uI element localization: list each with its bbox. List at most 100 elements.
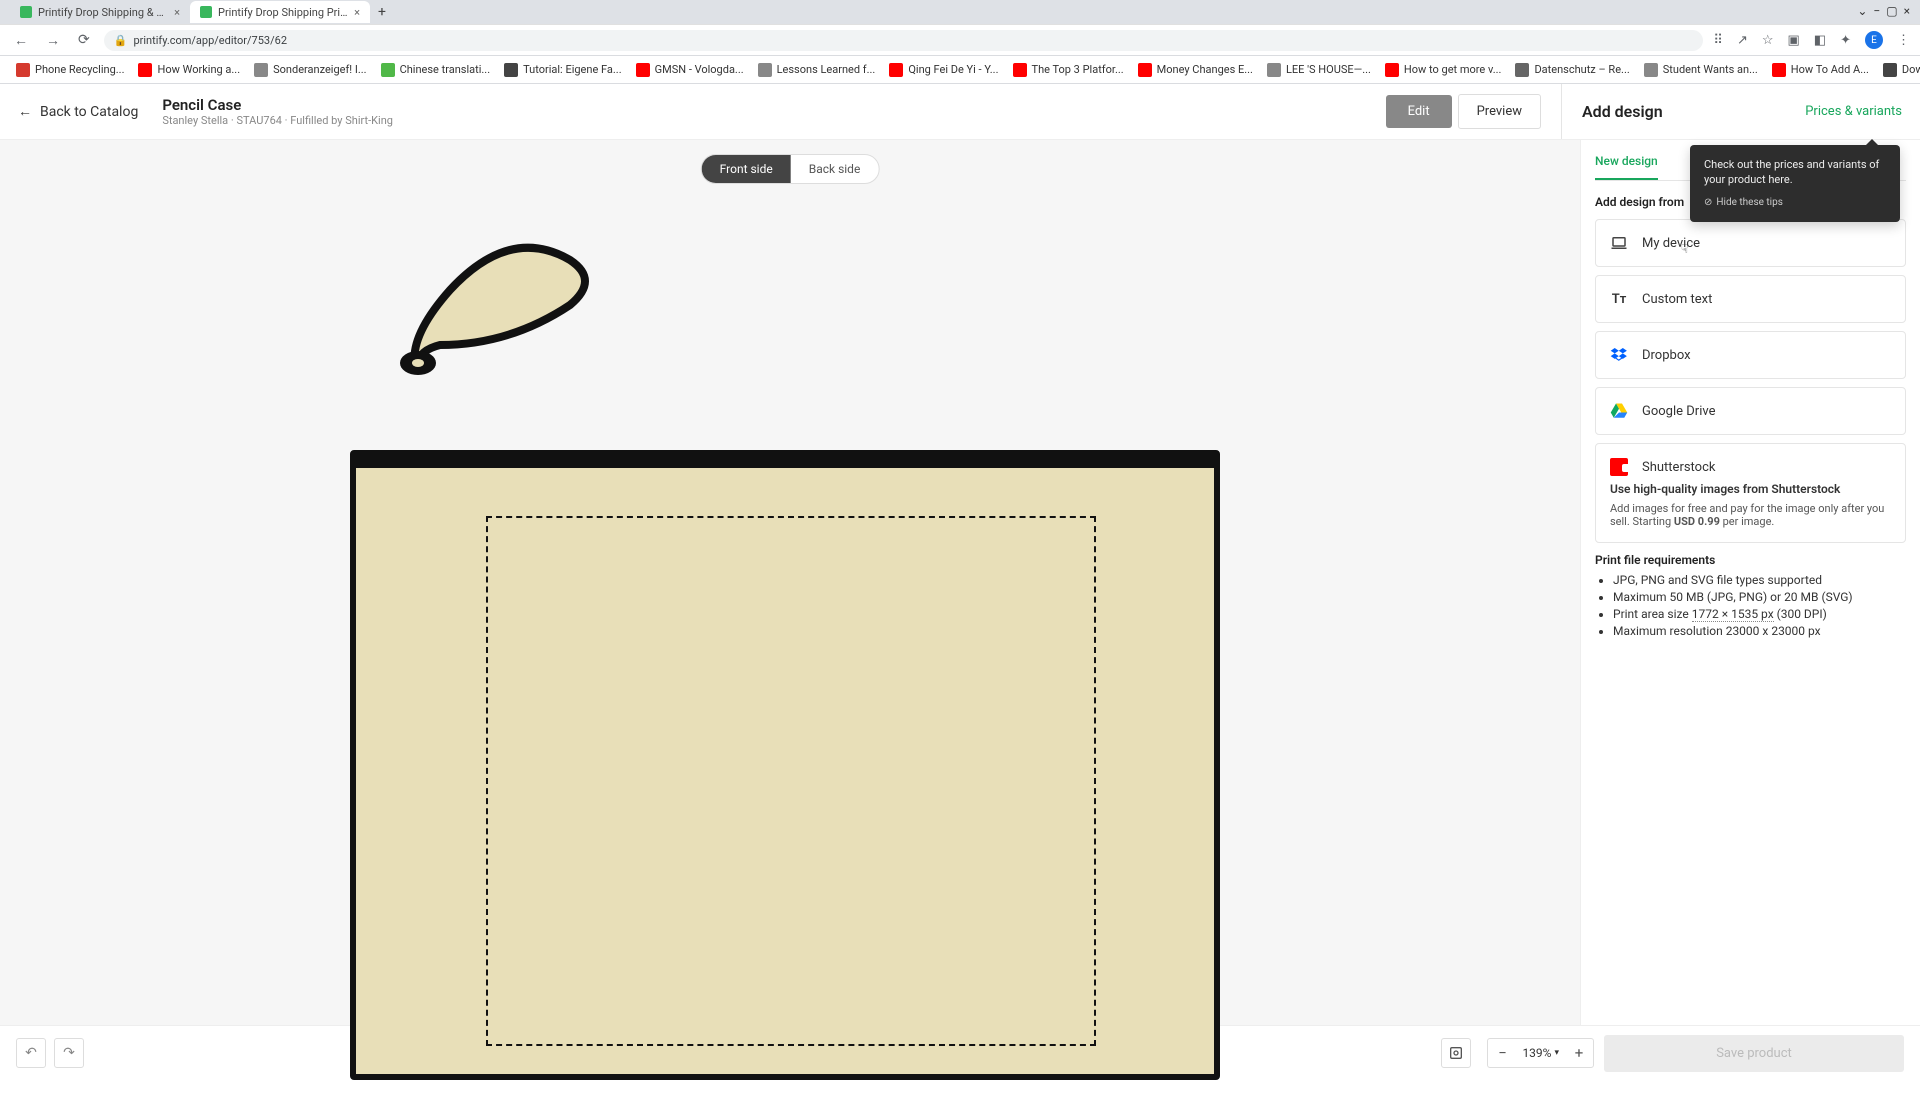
- bookmark-item[interactable]: Download – Cooki...: [1877, 60, 1920, 80]
- bookmark-item[interactable]: GMSN - Vologda...: [630, 60, 750, 80]
- hide-label: Hide these tips: [1716, 196, 1783, 210]
- tab-new-design[interactable]: New design: [1595, 154, 1658, 180]
- source-label: Google Drive: [1642, 404, 1715, 419]
- bookmark-item[interactable]: Tutorial: Eigene Fa...: [498, 60, 628, 80]
- bookmark-label: LEE 'S HOUSE—...: [1286, 63, 1371, 76]
- window-maximize-icon[interactable]: ▢: [1886, 4, 1897, 18]
- star-icon[interactable]: ☆: [1762, 33, 1774, 48]
- source-my-device[interactable]: My device ☟: [1595, 219, 1906, 267]
- bookmark-favicon-icon: [1385, 63, 1399, 77]
- bookmark-favicon-icon: [889, 63, 903, 77]
- url-actions: ⠿ ↗ ☆ ▣ ◧ ✦ E ⋮: [1713, 31, 1910, 49]
- hide-tips-button[interactable]: ⊘ Hide these tips: [1704, 196, 1886, 210]
- back-icon[interactable]: ←: [10, 30, 32, 51]
- fit-view-button[interactable]: [1441, 1038, 1471, 1068]
- print-requirements: Print file requirements JPG, PNG and SVG…: [1595, 553, 1906, 638]
- undo-button[interactable]: ↶: [16, 1038, 46, 1068]
- browser-tab-active[interactable]: Printify Drop Shipping Print o... ×: [190, 1, 370, 23]
- window-close-icon[interactable]: ×: [1904, 4, 1910, 18]
- bookmark-item[interactable]: How Working a...: [132, 60, 246, 80]
- zoom-control: − 139% ▾ +: [1487, 1038, 1594, 1068]
- product-title: Pencil Case: [162, 96, 393, 114]
- bookmark-item[interactable]: Money Changes E...: [1132, 60, 1259, 80]
- bookmark-favicon-icon: [1644, 63, 1658, 77]
- bookmark-favicon-icon: [758, 63, 772, 77]
- back-to-catalog-button[interactable]: ← Back to Catalog: [18, 103, 138, 120]
- source-shutterstock[interactable]: Shutterstock Use high-quality images fro…: [1595, 443, 1906, 543]
- bookmark-label: How to get more v...: [1404, 63, 1502, 76]
- source-custom-text[interactable]: Tт Custom text: [1595, 275, 1906, 323]
- print-area[interactable]: [486, 516, 1096, 1046]
- tab-title: Printify Drop Shipping Print o...: [218, 6, 348, 19]
- forward-icon[interactable]: →: [42, 30, 64, 51]
- redo-button[interactable]: ↷: [54, 1038, 84, 1068]
- url-text: printify.com/app/editor/753/62: [133, 34, 287, 47]
- share-icon[interactable]: ↗: [1737, 33, 1748, 48]
- browser-tab[interactable]: Printify Drop Shipping & Print... ×: [10, 1, 190, 23]
- bookmark-item[interactable]: The Top 3 Platfor...: [1007, 60, 1130, 80]
- cursor-icon: ☟: [1681, 242, 1688, 256]
- app-topbar: ← Back to Catalog Pencil Case Stanley St…: [0, 84, 1920, 140]
- bookmark-item[interactable]: Datenschutz – Re...: [1509, 60, 1635, 80]
- bookmark-item[interactable]: Chinese translati...: [375, 60, 497, 80]
- bookmark-label: Datenschutz – Re...: [1534, 63, 1629, 76]
- shutterstock-headline: Use high-quality images from Shutterstoc…: [1610, 482, 1891, 496]
- laptop-icon: [1610, 234, 1628, 252]
- bookmark-item[interactable]: How to get more v...: [1379, 60, 1508, 80]
- bookmark-label: Phone Recycling...: [35, 63, 124, 76]
- source-label: My device: [1642, 236, 1700, 251]
- bookmark-label: Chinese translati...: [400, 63, 491, 76]
- avatar[interactable]: E: [1865, 31, 1883, 49]
- bookmark-favicon-icon: [138, 63, 152, 77]
- close-icon[interactable]: ×: [174, 6, 180, 19]
- case-body: [350, 450, 1220, 1080]
- bookmark-favicon-icon: [381, 63, 395, 77]
- side-back-button[interactable]: Back side: [791, 155, 879, 183]
- extension-icon[interactable]: ◧: [1814, 33, 1826, 48]
- bookmark-item[interactable]: Phone Recycling...: [10, 60, 130, 80]
- reload-icon[interactable]: ⟳: [74, 30, 94, 50]
- bookmark-item[interactable]: Sonderanzeigef! I...: [248, 60, 372, 80]
- url-field[interactable]: 🔒 printify.com/app/editor/753/62: [104, 30, 1704, 51]
- zoom-value[interactable]: 139% ▾: [1516, 1046, 1565, 1060]
- arrow-left-icon: ←: [18, 103, 32, 120]
- edit-button[interactable]: Edit: [1386, 95, 1452, 128]
- extension-icon[interactable]: ▣: [1788, 33, 1800, 48]
- source-dropbox[interactable]: Dropbox: [1595, 331, 1906, 379]
- canvas[interactable]: Front side Back side: [0, 140, 1580, 1025]
- bookmark-item[interactable]: Qing Fei De Yi - Y...: [883, 60, 1004, 80]
- side-toggle: Front side Back side: [701, 154, 880, 184]
- bookmark-favicon-icon: [1883, 63, 1897, 77]
- bookmark-item[interactable]: Lessons Learned f...: [752, 60, 882, 80]
- bookmark-item[interactable]: LEE 'S HOUSE—...: [1261, 60, 1377, 80]
- text-icon: Tт: [1610, 290, 1628, 308]
- tab-title: Printify Drop Shipping & Print...: [38, 6, 168, 19]
- tooltip: Check out the prices and variants of you…: [1690, 145, 1900, 222]
- bookmark-item[interactable]: Student Wants an...: [1638, 60, 1764, 80]
- bookmark-label: Download – Cooki...: [1902, 63, 1920, 76]
- side-front-button[interactable]: Front side: [702, 155, 791, 183]
- topbar-right: Edit Preview Add design Prices & variant…: [1386, 84, 1902, 139]
- window-minimize-icon[interactable]: −: [1873, 4, 1880, 18]
- extensions-icon[interactable]: ✦: [1840, 33, 1851, 48]
- google-drive-icon: [1610, 402, 1628, 420]
- source-label: Shutterstock: [1642, 460, 1716, 475]
- new-tab-button[interactable]: +: [378, 4, 386, 20]
- translate-icon[interactable]: ⠿: [1713, 33, 1723, 48]
- bookmark-label: Lessons Learned f...: [777, 63, 876, 76]
- source-google-drive[interactable]: Google Drive: [1595, 387, 1906, 435]
- zipper-band: [356, 456, 1214, 468]
- preview-button[interactable]: Preview: [1458, 94, 1541, 129]
- bookmark-label: The Top 3 Platfor...: [1032, 63, 1124, 76]
- prices-variants-link[interactable]: Prices & variants: [1805, 104, 1902, 119]
- zoom-in-button[interactable]: +: [1565, 1039, 1593, 1067]
- close-icon[interactable]: ×: [354, 6, 360, 19]
- chevron-down-icon[interactable]: ⌄: [1857, 4, 1867, 18]
- sidebar: New design My library Add design from Ch…: [1580, 140, 1920, 1025]
- source-label: Custom text: [1642, 292, 1712, 307]
- req-item: Maximum resolution 23000 x 23000 px: [1613, 624, 1906, 638]
- bookmark-item[interactable]: How To Add A...: [1766, 60, 1875, 80]
- zoom-out-button[interactable]: −: [1488, 1039, 1516, 1067]
- bookmark-label: How Working a...: [157, 63, 240, 76]
- menu-icon[interactable]: ⋮: [1897, 33, 1910, 48]
